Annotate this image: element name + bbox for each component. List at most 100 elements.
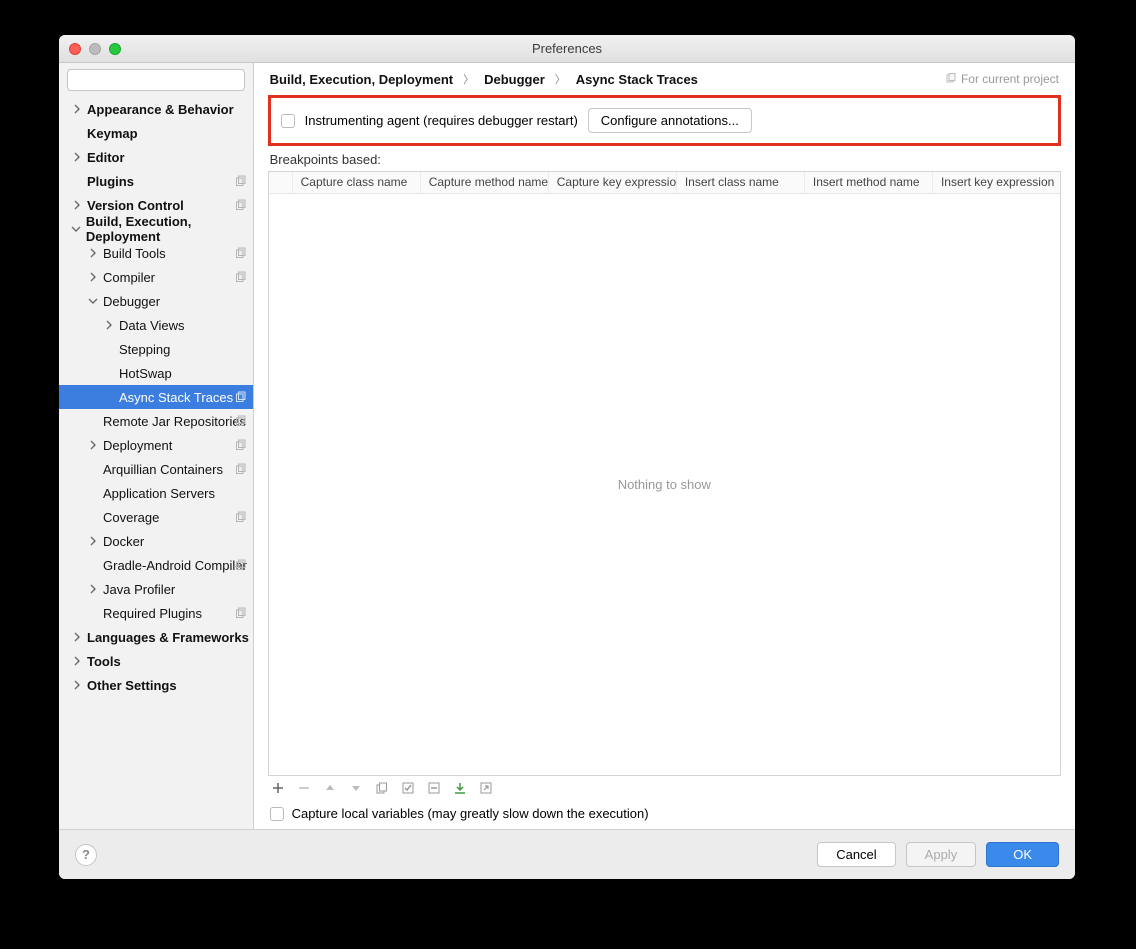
project-scope-icon — [235, 175, 247, 187]
search-input[interactable] — [67, 69, 245, 91]
table-header: Capture class name Capture method name C… — [269, 172, 1060, 194]
configure-annotations-button[interactable]: Configure annotations... — [588, 108, 752, 133]
sidebar-item-label: Arquillian Containers — [103, 462, 223, 477]
sidebar-item-label: Appearance & Behavior — [87, 102, 234, 117]
chevron-right-icon[interactable] — [71, 631, 83, 643]
sidebar-item-build-execution-deployment[interactable]: Build, Execution, Deployment — [59, 217, 253, 241]
sidebar-item-async-stack-traces[interactable]: Async Stack Traces — [59, 385, 253, 409]
sidebar-item-label: Other Settings — [87, 678, 177, 693]
chevron-right-icon[interactable] — [71, 103, 83, 115]
sidebar-item-other-settings[interactable]: Other Settings — [59, 673, 253, 697]
project-scope-icon — [235, 199, 247, 211]
move-down-icon[interactable] — [348, 780, 364, 796]
table-column-4[interactable]: Insert method name — [805, 172, 933, 193]
minimize-window-button[interactable] — [89, 43, 101, 55]
chevron-down-icon[interactable] — [71, 223, 82, 235]
breadcrumb-debugger[interactable]: Debugger — [484, 72, 545, 87]
chevron-right-icon[interactable] — [87, 271, 99, 283]
breakpoints-label: Breakpoints based: — [254, 150, 1075, 169]
highlighted-panel: Instrumenting agent (requires debugger r… — [268, 95, 1061, 146]
chevron-right-icon[interactable] — [71, 151, 83, 163]
chevron-right-icon[interactable] — [87, 247, 99, 259]
table-toolbar — [254, 776, 1075, 800]
table-column-2[interactable]: Capture key expression — [549, 172, 677, 193]
sidebar-item-stepping[interactable]: Stepping — [59, 337, 253, 361]
sidebar-item-coverage[interactable]: Coverage — [59, 505, 253, 529]
sidebar-item-editor[interactable]: Editor — [59, 145, 253, 169]
sidebar-item-label: Keymap — [87, 126, 138, 141]
project-scope-icon — [235, 247, 247, 259]
settings-tree: Appearance & Behavior Keymap Editor Plugins… — [59, 97, 253, 829]
chevron-none — [87, 607, 99, 619]
sidebar-item-docker[interactable]: Docker — [59, 529, 253, 553]
sidebar-item-hotswap[interactable]: HotSwap — [59, 361, 253, 385]
chevron-right-icon[interactable] — [87, 439, 99, 451]
sidebar-item-label: Docker — [103, 534, 144, 549]
add-icon[interactable] — [270, 780, 286, 796]
zoom-window-button[interactable] — [109, 43, 121, 55]
sidebar-item-label: Deployment — [103, 438, 172, 453]
chevron-right-icon[interactable] — [87, 583, 99, 595]
ok-button[interactable]: OK — [986, 842, 1059, 867]
disable-icon[interactable] — [426, 780, 442, 796]
enable-icon[interactable] — [400, 780, 416, 796]
capture-local-checkbox[interactable] — [270, 807, 284, 821]
sidebar-item-appearance-behavior[interactable]: Appearance & Behavior — [59, 97, 253, 121]
move-up-icon[interactable] — [322, 780, 338, 796]
table-column-5[interactable]: Insert key expression — [933, 172, 1060, 193]
sidebar-item-build-tools[interactable]: Build Tools — [59, 241, 253, 265]
sidebar-item-label: Tools — [87, 654, 121, 669]
sidebar-item-required-plugins[interactable]: Required Plugins — [59, 601, 253, 625]
sidebar-item-plugins[interactable]: Plugins — [59, 169, 253, 193]
chevron-right-icon[interactable] — [71, 199, 83, 211]
sidebar-item-label: Remote Jar Repositories — [103, 414, 246, 429]
table-column-1[interactable]: Capture method name — [421, 172, 549, 193]
remove-icon[interactable] — [296, 780, 312, 796]
sidebar-item-keymap[interactable]: Keymap — [59, 121, 253, 145]
apply-button[interactable]: Apply — [906, 842, 977, 867]
table-column-3[interactable]: Insert class name — [677, 172, 805, 193]
chevron-right-icon[interactable] — [71, 655, 83, 667]
instrumenting-agent-checkbox[interactable] — [281, 114, 295, 128]
sidebar-item-data-views[interactable]: Data Views — [59, 313, 253, 337]
table-column-0[interactable]: Capture class name — [293, 172, 421, 193]
sidebar-item-remote-jar-repositories[interactable]: Remote Jar Repositories — [59, 409, 253, 433]
sidebar-item-languages-frameworks[interactable]: Languages & Frameworks — [59, 625, 253, 649]
sidebar-item-label: Required Plugins — [103, 606, 202, 621]
chevron-right-icon[interactable] — [103, 319, 115, 331]
sidebar-item-label: Coverage — [103, 510, 159, 525]
help-button[interactable]: ? — [75, 844, 97, 866]
sidebar-item-label: Editor — [87, 150, 125, 165]
close-window-button[interactable] — [69, 43, 81, 55]
project-scope-icon — [235, 511, 247, 523]
copy-icon[interactable] — [374, 780, 390, 796]
project-scope-icon — [235, 439, 247, 451]
main-panel: Build, Execution, Deployment 〉 Debugger … — [254, 63, 1075, 829]
chevron-down-icon[interactable] — [87, 295, 99, 307]
sidebar-item-label: Data Views — [119, 318, 185, 333]
sidebar-item-gradle-android-compiler[interactable]: Gradle-Android Compiler — [59, 553, 253, 577]
sidebar-item-java-profiler[interactable]: Java Profiler — [59, 577, 253, 601]
project-scope-icon — [235, 607, 247, 619]
table-checkbox-column — [269, 172, 293, 193]
breadcrumb-build[interactable]: Build, Execution, Deployment — [270, 72, 453, 87]
instrumenting-agent-label: Instrumenting agent (requires debugger r… — [305, 113, 578, 128]
sidebar-item-compiler[interactable]: Compiler — [59, 265, 253, 289]
cancel-button[interactable]: Cancel — [817, 842, 895, 867]
breadcrumb: Build, Execution, Deployment 〉 Debugger … — [254, 63, 1075, 95]
window-title: Preferences — [59, 41, 1075, 56]
chevron-none — [71, 175, 83, 187]
chevron-none — [103, 391, 115, 403]
project-scope-icon — [235, 415, 247, 427]
chevron-right-icon[interactable] — [87, 535, 99, 547]
sidebar-item-deployment[interactable]: Deployment — [59, 433, 253, 457]
sidebar-item-arquillian-containers[interactable]: Arquillian Containers — [59, 457, 253, 481]
sidebar-item-label: Languages & Frameworks — [87, 630, 249, 645]
import-icon[interactable] — [452, 780, 468, 796]
export-icon[interactable] — [478, 780, 494, 796]
sidebar-item-debugger[interactable]: Debugger — [59, 289, 253, 313]
sidebar-item-tools[interactable]: Tools — [59, 649, 253, 673]
sidebar-item-application-servers[interactable]: Application Servers — [59, 481, 253, 505]
sidebar: Appearance & Behavior Keymap Editor Plugins… — [59, 63, 254, 829]
chevron-right-icon[interactable] — [71, 679, 83, 691]
